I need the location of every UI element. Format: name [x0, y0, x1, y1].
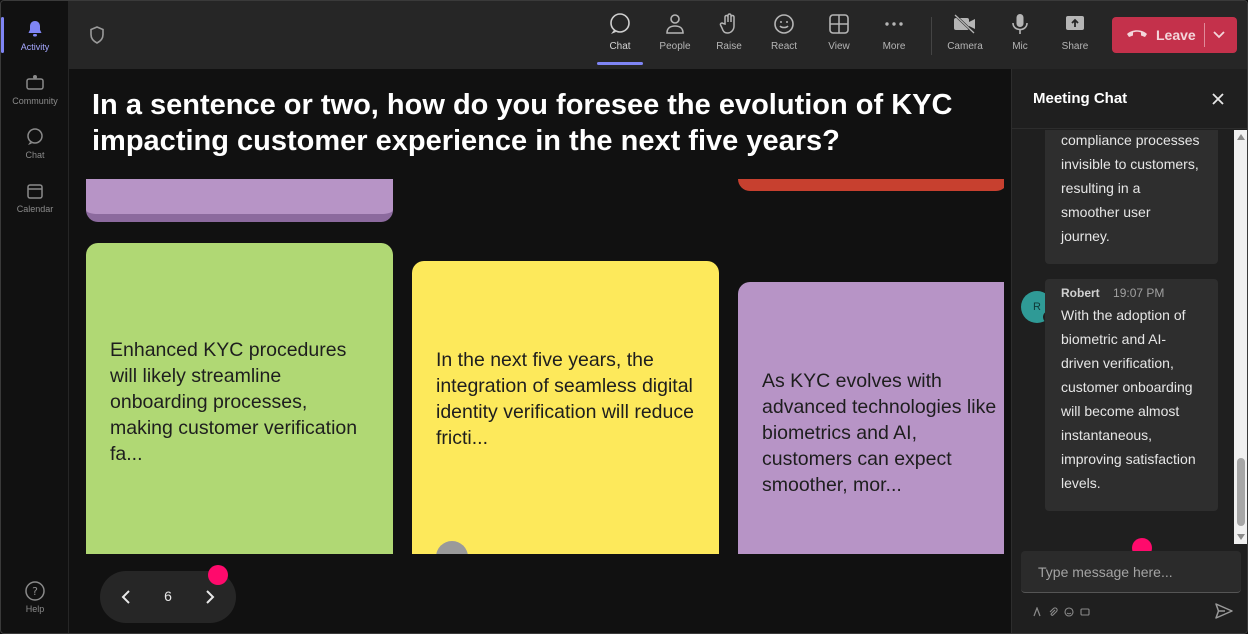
rail-item-activity[interactable]: Activity: [1, 9, 69, 61]
page-number: 6: [164, 588, 172, 604]
chevron-left-icon[interactable]: [114, 585, 138, 609]
close-icon[interactable]: [1208, 89, 1228, 109]
view-button[interactable]: View: [813, 11, 865, 63]
rail-label: Calendar: [16, 204, 54, 214]
format-icon[interactable]: [1032, 604, 1042, 617]
chat-message: compliance processes invisible to custom…: [1045, 130, 1218, 264]
meeting-window: Activity Community Chat Calendar ? Help: [0, 0, 1248, 634]
question-title: In a sentence or two, how do you foresee…: [92, 89, 953, 157]
message-time: 19:07 PM: [1113, 286, 1165, 300]
leave-label: Leave: [1156, 27, 1196, 43]
highlight-dot: [208, 565, 228, 585]
response-card[interactable]: As KYC evolves with advanced technologie…: [738, 282, 1004, 554]
chat-messages: compliance processes invisible to custom…: [1012, 130, 1234, 544]
toolbar-divider: [931, 17, 932, 55]
share-button[interactable]: Share: [1049, 11, 1101, 63]
camera-button[interactable]: Camera: [939, 11, 991, 63]
react-button[interactable]: React: [758, 11, 810, 63]
toolbar-label: Share: [1061, 41, 1089, 52]
response-board: Enhanced KYC procedures will likely stre…: [69, 179, 1004, 554]
hand-icon: [716, 11, 742, 37]
emoji-icon[interactable]: [1064, 604, 1074, 617]
card-text: In the next five years, the integration …: [436, 349, 694, 449]
toolbar-label: Camera: [947, 41, 983, 52]
toolbar-label: Mic: [1012, 41, 1028, 52]
message-compose-box[interactable]: [1021, 551, 1241, 593]
chevron-down-icon[interactable]: [1212, 27, 1226, 44]
help-icon: ?: [24, 580, 46, 602]
more-button[interactable]: More: [868, 11, 920, 63]
rail-label: Chat: [25, 150, 45, 160]
share-screen-icon: [1062, 11, 1088, 37]
rail-item-chat[interactable]: Chat: [1, 117, 69, 169]
bell-icon: [24, 18, 46, 40]
avatar-initial: R: [1033, 301, 1041, 313]
leave-divider: [1204, 23, 1205, 47]
message-text: With the adoption of biometric and AI-dr…: [1061, 307, 1196, 491]
mic-button[interactable]: Mic: [994, 11, 1046, 63]
calendar-icon: [24, 180, 46, 202]
card-text: As KYC evolves with advanced technologie…: [762, 370, 997, 496]
chat-icon: [24, 126, 46, 148]
rail-item-help[interactable]: ? Help: [1, 571, 69, 623]
card-text: Enhanced KYC procedures will likely stre…: [110, 339, 358, 465]
toolbar-label: People: [659, 41, 691, 52]
emoji-icon: [771, 11, 797, 37]
scrollbar-thumb[interactable]: [1237, 458, 1245, 526]
message-meta: Robert 19:07 PM: [1061, 285, 1202, 301]
content-stage: In a sentence or two, how do you foresee…: [69, 69, 1011, 633]
toolbar-label: Chat: [609, 41, 631, 52]
meeting-toolbar: Chat People Raise React View More Camera…: [69, 1, 1247, 69]
people-button[interactable]: People: [649, 11, 701, 63]
toolbar-label: Raise: [716, 41, 742, 52]
chat-header: Meeting Chat: [1012, 69, 1247, 129]
chat-message: Robert 19:07 PM With the adoption of bio…: [1045, 279, 1218, 511]
grid-view-icon: [826, 11, 852, 37]
shield-icon[interactable]: [87, 25, 107, 45]
chat-title: Meeting Chat: [1033, 90, 1128, 107]
gif-icon[interactable]: [1080, 604, 1090, 616]
rail-label: Help: [25, 604, 45, 614]
person-icon: [662, 11, 688, 37]
chat-bubble-icon: [607, 11, 633, 37]
scroll-down-arrow-icon[interactable]: [1237, 534, 1245, 540]
leave-button[interactable]: Leave: [1112, 17, 1237, 53]
rail-label: Activity: [20, 42, 50, 52]
response-card[interactable]: In the next five years, the integration …: [412, 261, 719, 554]
svg-text:?: ?: [32, 585, 38, 598]
send-icon[interactable]: [1214, 601, 1234, 621]
response-card[interactable]: [86, 179, 393, 222]
more-dots-icon: [881, 11, 907, 37]
response-card[interactable]: Enhanced KYC procedures will likely stre…: [86, 243, 393, 554]
toolbar-label: React: [770, 41, 798, 52]
response-card[interactable]: [738, 179, 1004, 191]
chevron-right-icon[interactable]: [198, 585, 222, 609]
phone-hangup-icon: [1126, 27, 1148, 44]
message-input[interactable]: [1021, 551, 1241, 592]
compose-toolbar: [1032, 604, 1090, 617]
scroll-up-arrow-icon[interactable]: [1237, 134, 1245, 140]
avatar: [436, 541, 468, 554]
chat-scrollbar[interactable]: [1234, 130, 1247, 544]
message-text: compliance processes invisible to custom…: [1061, 132, 1200, 244]
rail-item-calendar[interactable]: Calendar: [1, 171, 69, 223]
chat-button[interactable]: Chat: [594, 11, 646, 65]
rail-item-community[interactable]: Community: [1, 63, 69, 115]
raise-hand-button[interactable]: Raise: [703, 11, 755, 63]
attach-icon[interactable]: [1048, 604, 1058, 616]
camera-off-icon: [952, 11, 978, 37]
microphone-icon: [1007, 11, 1033, 37]
toolbar-label: More: [882, 41, 906, 52]
app-rail: Activity Community Chat Calendar ? Help: [1, 1, 69, 633]
community-icon: [24, 72, 46, 94]
message-author: Robert: [1061, 286, 1100, 300]
meeting-chat-panel: Meeting Chat compliance processes invisi…: [1011, 69, 1247, 633]
toolbar-label: View: [828, 41, 850, 52]
rail-label: Community: [12, 96, 58, 106]
